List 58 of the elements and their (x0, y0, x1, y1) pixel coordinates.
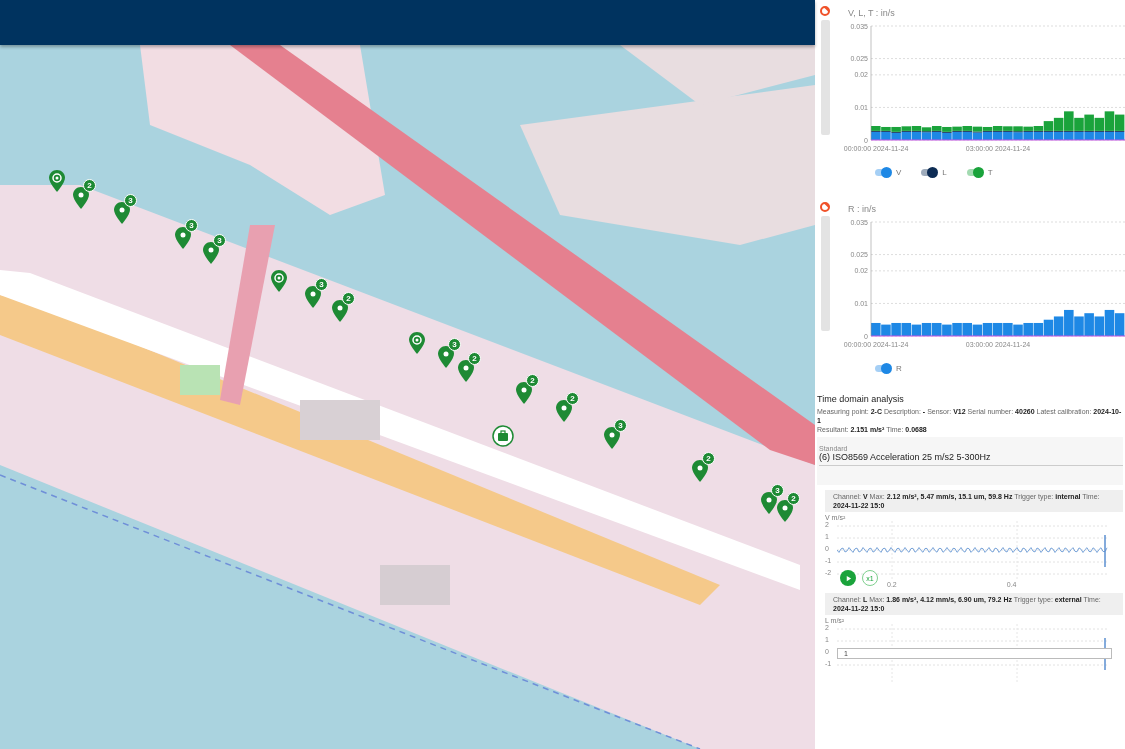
chart-title: V, L, T : in/s (848, 8, 895, 18)
legend-label: V (896, 168, 902, 177)
map-pin-icon[interactable] (458, 360, 474, 382)
map-pin-icon[interactable] (271, 270, 287, 292)
series-toggle[interactable] (966, 169, 983, 176)
bar (1003, 322, 1013, 336)
bar (1074, 316, 1084, 336)
zoom-reset-icon[interactable] (820, 6, 830, 16)
bar (1104, 309, 1115, 336)
series-toggle[interactable] (875, 365, 891, 372)
map-pin-icon[interactable] (777, 500, 793, 522)
map-pin-icon[interactable] (114, 202, 130, 224)
bar (942, 324, 952, 336)
bar (931, 322, 942, 336)
section-title: Time domain analysis (817, 394, 905, 404)
bar (982, 322, 993, 336)
map-pin-icon[interactable] (305, 286, 321, 308)
briefcase-marker-icon[interactable] (492, 425, 514, 447)
series-toggle[interactable] (921, 169, 938, 176)
play-icon (844, 574, 852, 582)
bar (1033, 322, 1044, 336)
bar (1013, 324, 1023, 336)
chart-title: R : in/s (848, 204, 876, 214)
bar (992, 322, 1003, 336)
bar (901, 322, 912, 336)
bar (1053, 316, 1064, 336)
play-button[interactable] (840, 570, 856, 586)
bar (972, 324, 983, 336)
map-pin-icon[interactable] (761, 492, 777, 514)
bar (921, 322, 932, 336)
map-pin-icon[interactable] (175, 227, 191, 249)
bar (1084, 313, 1094, 336)
bar (1043, 319, 1054, 336)
bar (962, 322, 972, 336)
legend-label: R (896, 364, 902, 373)
map-pin-icon[interactable] (203, 242, 219, 264)
bar (891, 322, 901, 336)
map-pin-icon[interactable] (692, 460, 708, 482)
map-pin-icon[interactable] (409, 332, 425, 354)
bar (1094, 316, 1105, 336)
map-pin-icon[interactable] (516, 382, 532, 404)
map-pin-icon[interactable] (438, 346, 454, 368)
map-pin-icon[interactable] (332, 300, 348, 322)
bar (1114, 313, 1125, 336)
series-toggle[interactable] (875, 169, 891, 176)
map-pin-icon[interactable] (49, 170, 65, 192)
map-pin-icon[interactable] (604, 427, 620, 449)
bar (1023, 322, 1033, 336)
bar (881, 324, 891, 336)
map-pin-icon[interactable] (556, 400, 572, 422)
bar (1064, 309, 1074, 336)
map-pin-icon[interactable] (73, 187, 89, 209)
legend-label: T (987, 168, 993, 177)
legend-label: L (942, 168, 947, 177)
zoom-reset-icon[interactable] (820, 202, 830, 212)
bar (952, 322, 962, 336)
bar (871, 322, 881, 336)
bar (911, 324, 922, 336)
